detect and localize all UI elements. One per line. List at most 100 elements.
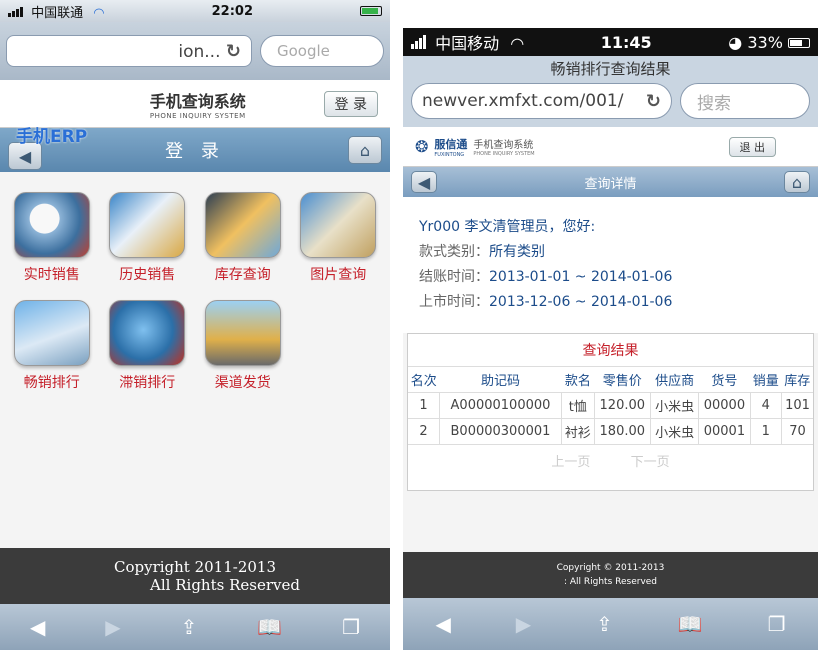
copyright-footer: Copyright 2011-2013 All Rights Reserved	[0, 548, 390, 604]
cell-stock: 70	[780, 418, 813, 444]
share-icon[interactable]: ⇪	[596, 612, 613, 636]
col-item-no: 货号	[698, 366, 751, 393]
cell-sales: 4	[749, 392, 782, 419]
bookmarks-icon[interactable]: 📖	[257, 615, 282, 639]
menu-history-sales[interactable]: 历史销售	[100, 192, 196, 284]
logout-button[interactable]: 退 出	[728, 136, 776, 157]
tile-label: 畅销排行	[23, 375, 80, 391]
phone-results-screen: 中国移动 ◠ 11:45 ◕ 33% 畅销排行查询结果 newver.xmfxt…	[403, 28, 818, 650]
url-text: newver.xmfxt.com/001/	[422, 91, 624, 111]
settle-label: 结账时间：	[419, 269, 489, 285]
tile-label: 库存查询	[214, 267, 271, 283]
wifi-icon: ◠	[93, 5, 105, 21]
battery-icon	[360, 6, 382, 16]
type-label: 款式类别：	[419, 244, 489, 260]
brand-subtitle: PHONE INQUIRY SYSTEM	[473, 151, 535, 157]
app-header: ❂ 服信通 FUXINTONG 手机查询系统 PHONE INQUIRY SYS…	[403, 127, 818, 167]
nav-bar: 手机ERP ◀ 登 录 ⌂	[0, 127, 390, 172]
forward-nav-icon[interactable]: ▶	[516, 612, 531, 636]
query-info: Yr000 李文清管理员，您好: 款式类别：所有类别 结账时间：2013-01-…	[403, 197, 818, 333]
copyright-line: Copyright 2011-2013	[113, 558, 277, 576]
col-rank: 名次	[408, 366, 440, 393]
signal-icon	[411, 35, 426, 49]
browser-toolbar: ◀ ▶ ⇪ 📖 ❐	[0, 604, 390, 650]
house-magnifier-icon	[204, 192, 281, 258]
login-button[interactable]: 登 录	[323, 90, 378, 117]
nav-bar: ◀ 查询详情 ⌂	[403, 167, 818, 197]
url-field[interactable]: newver.xmfxt.com/001/ ↻	[411, 83, 672, 119]
tabs-icon[interactable]: ❐	[342, 615, 360, 639]
airplane-icon	[13, 300, 90, 366]
notebook-magnifier-icon	[109, 192, 186, 258]
menu-channel-delivery[interactable]: 渠道发货	[195, 300, 291, 392]
menu-image-search[interactable]: 图片查询	[291, 192, 387, 284]
col-sales: 销量	[750, 366, 782, 393]
menu-realtime-sales[interactable]: 实时销售	[4, 192, 100, 284]
forward-nav-icon[interactable]: ▶	[105, 615, 120, 639]
home-button[interactable]: ⌂	[783, 171, 810, 193]
battery-icon	[787, 38, 810, 48]
next-page-link[interactable]: 下一页	[631, 455, 670, 470]
home-button[interactable]: ⌂	[347, 136, 382, 164]
table-row[interactable]: 2 B00000300001 衬衫 180.00 小米虫 00001 1 70	[408, 418, 813, 444]
url-text: ion...	[178, 41, 221, 62]
url-field[interactable]: ion... ↻	[6, 35, 252, 67]
phone-login-screen: 中国联通 ◠ 22:02 ion... ↻ Google 手机查询系统 PHON…	[0, 0, 390, 650]
back-nav-icon[interactable]: ◀	[30, 615, 45, 639]
col-name: 款名	[561, 366, 595, 393]
rights-line: : All Rights Reserved	[563, 577, 658, 587]
cell-code: B00000300001	[438, 418, 562, 444]
cell-stock: 101	[780, 392, 813, 419]
cell-code: A00000100000	[438, 392, 562, 419]
menu-inventory[interactable]: 库存查询	[195, 192, 291, 284]
back-nav-icon[interactable]: ◀	[435, 612, 450, 636]
market-value: 2013-12-06 ~ 2014-01-06	[489, 294, 673, 310]
market-label: 上市时间：	[419, 294, 489, 310]
search-field[interactable]: 搜索	[680, 83, 810, 119]
lock-rotation-icon: ◕	[728, 32, 743, 52]
cell-name: t恤	[561, 392, 595, 419]
bookmarks-icon[interactable]: 📖	[678, 612, 703, 636]
cell-rank: 2	[408, 418, 440, 444]
reload-icon[interactable]: ↻	[646, 91, 661, 112]
menu-slow-seller[interactable]: 滞销排行	[100, 300, 196, 392]
settle-value: 2013-01-01 ~ 2014-01-06	[489, 269, 673, 285]
type-value: 所有类别	[489, 244, 545, 260]
back-button[interactable]: ◀	[411, 171, 437, 193]
tabs-icon[interactable]: ❐	[768, 612, 786, 636]
menu-bestseller[interactable]: 畅销排行	[4, 300, 100, 392]
back-arrow-icon: ◀	[18, 146, 32, 166]
tile-label: 图片查询	[310, 267, 367, 283]
table-header-row: 名次 助记码 款名 零售价 供应商 货号 销量 库存	[408, 366, 813, 393]
cell-name: 衬衫	[561, 418, 595, 444]
wifi-icon: ◠	[510, 34, 525, 53]
browser-address-bar: ion... ↻ Google	[0, 22, 390, 80]
home-icon: ⌂	[791, 172, 803, 192]
brand-logo-text: 服信通	[434, 137, 468, 151]
carrier-label: 中国联通	[31, 5, 84, 21]
app-brand: 手机查询系统 PHONE INQUIRY SYSTEM	[150, 88, 246, 120]
search-placeholder: 搜索	[697, 93, 731, 114]
rights-line: All Rights Reserved	[150, 576, 300, 594]
copyright-line: Copyright © 2011-2013	[556, 563, 665, 573]
table-row[interactable]: 1 A00000100000 t恤 120.00 小米虫 00000 4 101	[408, 392, 813, 419]
col-supplier: 供应商	[650, 366, 699, 393]
back-arrow-icon: ◀	[417, 172, 431, 192]
brand-title: 手机查询系统	[473, 140, 534, 151]
result-table: 名次 助记码 款名 零售价 供应商 货号 销量 库存 1 A0000010000…	[408, 366, 813, 444]
share-icon[interactable]: ⇪	[181, 615, 198, 639]
home-icon: ⌂	[359, 140, 371, 160]
clock: 22:02	[211, 3, 254, 19]
browser-address-bar: newver.xmfxt.com/001/ ↻ 搜索	[403, 79, 818, 127]
prev-page-link[interactable]: 上一页	[551, 455, 590, 470]
tile-label: 渠道发货	[214, 375, 271, 391]
tile-label: 实时销售	[23, 267, 80, 283]
erp-label: 手机ERP	[16, 127, 88, 147]
search-field[interactable]: Google	[260, 35, 384, 67]
reload-icon[interactable]: ↻	[226, 41, 241, 62]
cell-item-no: 00001	[698, 418, 751, 444]
result-title: 查询结果	[582, 343, 639, 359]
copyright-footer: Copyright © 2011-2013 : All Rights Reser…	[403, 552, 818, 598]
page-title: 畅销排行查询结果	[403, 56, 818, 79]
brand-title: 手机查询系统	[149, 91, 246, 111]
